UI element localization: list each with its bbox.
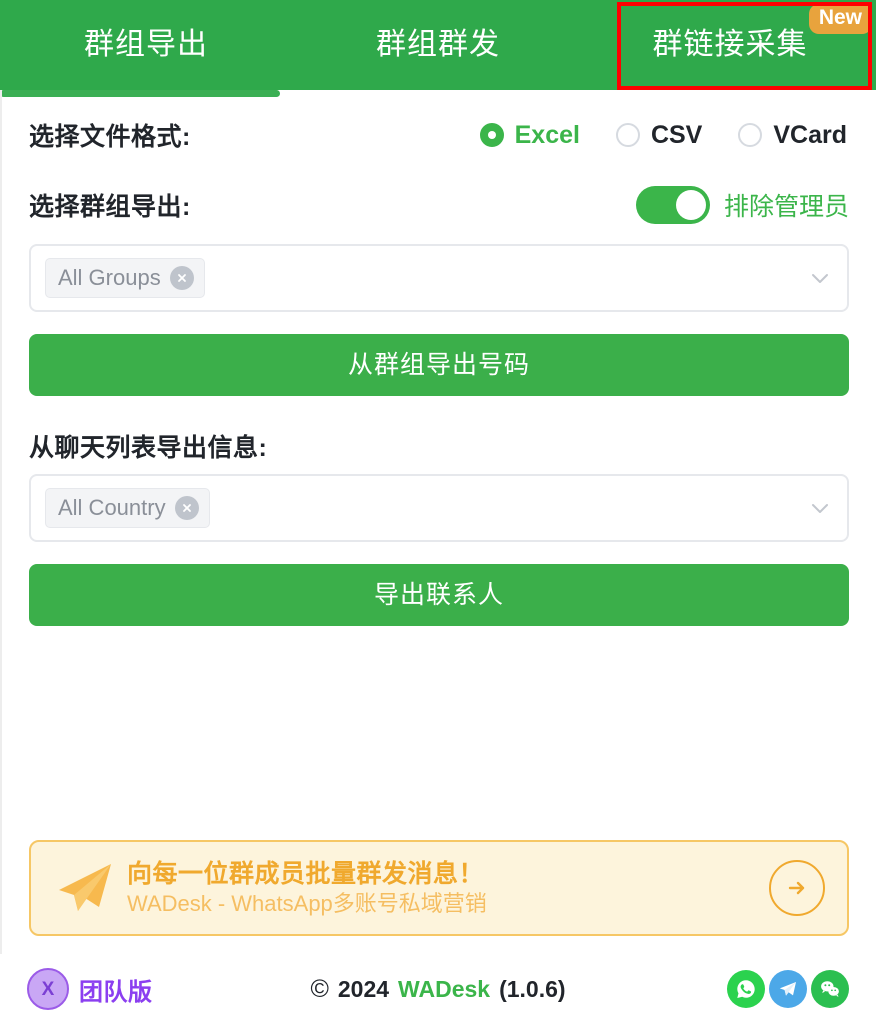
export-contacts-label: 导出联系人 (373, 580, 504, 609)
export-numbers-from-groups-button[interactable]: 从群组导出号码 (29, 334, 849, 396)
exclude-admin-toggle-wrap: 排除管理员 (635, 186, 849, 224)
country-chip-label: All Country (58, 495, 166, 520)
plan-avatar: X (27, 968, 69, 1010)
main-content: 选择文件格式: Excel CSV VCard 选择群组导出: 排除管理员 Al… (0, 90, 876, 954)
tab-group-broadcast-label: 群组群发 (376, 28, 500, 61)
wechat-icon[interactable] (811, 970, 849, 1008)
radio-csv[interactable]: CSV (615, 120, 703, 149)
plan-avatar-text: X (41, 978, 55, 1000)
telegram-icon[interactable] (769, 970, 807, 1008)
group-chip[interactable]: All Groups (45, 258, 205, 298)
plan-indicator[interactable]: X 团队版 (27, 968, 153, 1010)
radio-excel[interactable]: Excel (479, 120, 580, 149)
radio-vcard[interactable]: VCard (738, 120, 847, 149)
app-version: (1.0.6) (499, 975, 566, 1002)
copyright-year: 2024 (337, 975, 390, 1002)
arrow-right-circle-icon[interactable] (769, 860, 825, 916)
whatsapp-icon[interactable] (727, 970, 765, 1008)
tab-group-link-collect[interactable]: 群链接采集 New (584, 0, 876, 90)
chevron-down-icon[interactable] (807, 265, 833, 291)
exclude-admin-label: 排除管理员 (723, 193, 849, 221)
group-chip-label: All Groups (58, 265, 161, 290)
close-icon[interactable] (169, 266, 194, 290)
select-groups-row: 选择群组导出: 排除管理员 (29, 174, 849, 236)
tab-group-export-label: 群组导出 (84, 28, 208, 61)
footer-bar: X 团队版 © 2024 WADesk (1.0.6) (0, 954, 876, 1024)
tab-group-export[interactable]: 群组导出 (0, 0, 292, 90)
export-numbers-from-groups-label: 从群组导出号码 (347, 350, 530, 379)
file-format-label: 选择文件格式: (29, 123, 191, 151)
promo-subtitle: WADesk - WhatsApp多账号私域营销 (127, 891, 487, 917)
radio-excel-dot (479, 123, 504, 147)
group-select[interactable]: All Groups (29, 244, 849, 312)
chevron-down-icon[interactable] (807, 495, 833, 521)
export-contacts-button[interactable]: 导出联系人 (29, 564, 849, 626)
promo-text-block: 向每一位群成员批量群发消息！ WADesk - WhatsApp多账号私域营销 (127, 859, 487, 917)
brand-name: WADesk (398, 975, 491, 1002)
promo-title: 向每一位群成员批量群发消息！ (127, 859, 485, 888)
radio-vcard-dot (738, 123, 763, 147)
close-icon[interactable] (174, 496, 199, 520)
social-links (727, 970, 849, 1008)
promo-banner[interactable]: 向每一位群成员批量群发消息！ WADesk - WhatsApp多账号私域营销 (29, 840, 849, 936)
app-window: 群组导出 群组群发 群链接采集 New 选择文件格式: Excel CSV VC… (0, 0, 876, 1024)
exclude-admin-toggle[interactable] (635, 186, 710, 224)
toggle-knob (675, 190, 706, 220)
tab-group-broadcast[interactable]: 群组群发 (292, 0, 584, 90)
chat-list-export-label: 从聊天列表导出信息: (29, 434, 268, 462)
radio-csv-label: CSV (650, 120, 703, 149)
radio-excel-label: Excel (514, 120, 580, 149)
file-format-row: 选择文件格式: Excel CSV VCard (29, 104, 849, 166)
copyright-icon: © (310, 974, 329, 1003)
country-select[interactable]: All Country (29, 474, 849, 542)
plan-label: 团队版 (79, 978, 153, 1006)
file-format-radio-group: Excel CSV VCard (479, 120, 849, 149)
radio-vcard-label: VCard (773, 120, 847, 149)
new-badge: New (808, 4, 872, 35)
radio-csv-dot (615, 123, 640, 147)
tab-bar: 群组导出 群组群发 群链接采集 New (0, 0, 876, 97)
select-groups-label: 选择群组导出: (29, 193, 191, 221)
send-plane-icon (49, 860, 121, 916)
country-chip[interactable]: All Country (45, 488, 210, 528)
tab-group-link-collect-label: 群链接采集 (652, 28, 808, 61)
